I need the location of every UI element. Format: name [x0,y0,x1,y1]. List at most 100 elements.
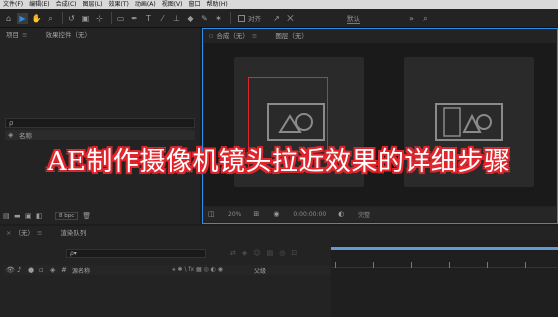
footage-composition-icon [435,103,503,141]
resolution-select[interactable]: 完整 [358,210,370,219]
always-preview-icon[interactable]: ◫ [208,210,216,218]
ruler-tick [449,262,450,268]
zoom-tool-icon[interactable]: ⌕ [45,13,56,24]
lock-icon[interactable]: ▫ [39,266,47,274]
search-help-icon[interactable]: ⌕ [420,13,431,24]
tab-project[interactable]: 项目 ≡ [6,29,27,39]
project-tabbar: 项目 ≡ 效果控件（无） [0,28,200,40]
tab-timeline[interactable]: × （无） ≡ [6,227,42,237]
menu-animation[interactable]: 动画(A) [135,0,156,9]
camera-snapshot-icon[interactable]: ◉ [273,210,281,218]
ruler-tick [487,262,488,268]
tab-effect-controls[interactable]: 效果控件（无） [45,29,91,39]
new-folder-icon[interactable]: ▬ [14,212,22,220]
tab-layer[interactable]: 图层（无） [275,30,308,40]
hand-tool-icon[interactable]: ✋ [31,13,42,24]
lock-icon[interactable]: ▫ [209,32,213,40]
tab-composition[interactable]: ▫ 合成（无） ≡ [209,30,257,40]
timeline-search-input[interactable]: ρ▾ [66,249,206,258]
timeline-switches: ⇄ ◈ ☺ ▤ ◎ ⊡ [230,249,330,258]
pan-behind-tool-icon[interactable]: ⊹ [94,13,105,24]
menu-view[interactable]: 视图(V) [162,0,183,9]
graph-editor-icon[interactable]: ⊡ [291,249,297,258]
align-checkbox[interactable] [238,14,245,22]
column-parent[interactable]: 父级 [254,266,266,275]
camera-tool-icon[interactable]: ▣ [80,13,91,24]
work-area-bar[interactable] [331,247,558,250]
project-column-header: ◈ 名称 [5,130,195,140]
ruler-tick [373,262,374,268]
tab-composition-label: 合成（无） [216,32,249,40]
grid-icon[interactable]: ⊞ [253,210,261,218]
column-source-name[interactable]: 源名称 [72,266,172,275]
number-icon: # [61,266,67,274]
timeline-tabbar: × （无） ≡ 渲染队列 [0,226,104,238]
draft-3d-icon[interactable]: ◈ [242,249,247,258]
type-tool-icon[interactable]: T [143,13,154,24]
project-search-input[interactable]: ρ [5,118,195,128]
menu-effect[interactable]: 效果(T) [109,0,129,9]
rectangle-tool-icon[interactable]: ▭ [115,13,126,24]
menu-composition[interactable]: 合成(C) [56,0,77,9]
label-tag-icon: ◈ [8,131,14,139]
shy-icon[interactable]: ☺ [253,249,260,258]
menu-bar: 文件(F) 编辑(E) 合成(C) 图层(L) 效果(T) 动画(A) 视图(V… [0,0,558,9]
close-icon[interactable]: × [6,229,11,237]
video-eye-icon[interactable]: 👁 [6,266,15,274]
menu-layer[interactable]: 图层(L) [83,0,103,9]
timeline-track-area[interactable] [331,240,558,317]
panel-menu-icon[interactable]: ≡ [252,32,257,40]
motion-blur-icon[interactable]: ◎ [279,249,285,258]
home-icon[interactable]: ⌂ [3,13,14,24]
new-composition-icon[interactable]: ▣ [25,212,33,220]
composition-viewer[interactable] [204,43,556,206]
frame-blend-icon[interactable]: ▤ [267,249,274,258]
composition-footer: ◫ 20% ⊞ ◉ 0:00:00:00 ◐ 完整 [204,207,556,221]
menu-help[interactable]: 帮助(H) [207,0,228,9]
solo-icon[interactable]: ● [28,266,36,274]
comp-flowchart-icon[interactable]: ⇄ [230,249,236,258]
ruler-tick [525,262,526,268]
roto-brush-tool-icon[interactable]: ✎ [199,13,210,24]
toolbar: ⌂ ▶ ✋ ⌕ ↺ ▣ ⊹ ▭ ✒ T ⁄ ⊥ ◆ ✎ ✶ 对齐 ↗ ⨉ 默认 … [0,9,558,28]
menu-edit[interactable]: 编辑(E) [29,0,49,9]
zoom-level[interactable]: 20% [228,211,241,218]
interpret-footage-icon[interactable]: ▤ [3,212,11,220]
bpc-depth-button[interactable]: 8 bpc [55,212,79,220]
align-label: 对齐 [248,15,261,23]
current-time[interactable]: 0:00:00:00 [293,211,326,218]
composition-tabbar: ▫ 合成（无） ≡ 图层（无） [203,29,557,41]
rotate-tool-icon[interactable]: ↺ [66,13,77,24]
brush-tool-icon[interactable]: ⁄ [157,13,168,24]
panel-menu-icon[interactable]: ≡ [22,31,27,39]
selection-tool-icon[interactable]: ▶ [17,12,28,24]
tab-render-queue[interactable]: 渲染队列 [60,227,86,237]
snap-icon[interactable]: ↗ [271,13,282,24]
workspace-default[interactable]: 默认 [347,13,360,24]
clone-stamp-tool-icon[interactable]: ⊥ [171,13,182,24]
panel-menu-icon[interactable]: ≡ [37,229,42,237]
overlay-title-banner: AE制作摄像机镜头拉近效果的详细步骤 [0,140,558,178]
ruler-tick [411,262,412,268]
workspace-more-icon[interactable]: » [406,13,417,24]
pen-tool-icon[interactable]: ✒ [129,13,140,24]
channel-icon[interactable]: ◐ [338,210,346,218]
toolbar-divider [230,12,231,24]
menu-file[interactable]: 文件(F) [3,0,23,9]
eraser-tool-icon[interactable]: ◆ [185,13,196,24]
menu-window[interactable]: 窗口 [188,0,200,9]
puppet-pin-tool-icon[interactable]: ✶ [213,13,224,24]
project-bottom-bar: ▤ ▬ ▣ ◧ 8 bpc 🗑 [3,211,198,221]
search-icon: ρ [9,119,14,127]
column-name[interactable]: 名称 [19,130,32,140]
trash-icon[interactable]: 🗑 [82,212,91,220]
time-ruler[interactable] [331,258,558,268]
magnet-icon[interactable]: ⨉ [285,13,296,24]
toolbar-divider [111,12,112,24]
composition-icon [267,103,325,141]
project-settings-icon[interactable]: ◧ [36,212,44,220]
audio-icon[interactable]: ♪ [17,266,25,274]
label-tag-icon: ◈ [50,266,56,274]
tab-timeline-label: （无） [14,229,34,237]
switches-icons: ⚹ ✱ \ fx ▦ ◎ ◐ ◉ [172,266,224,273]
